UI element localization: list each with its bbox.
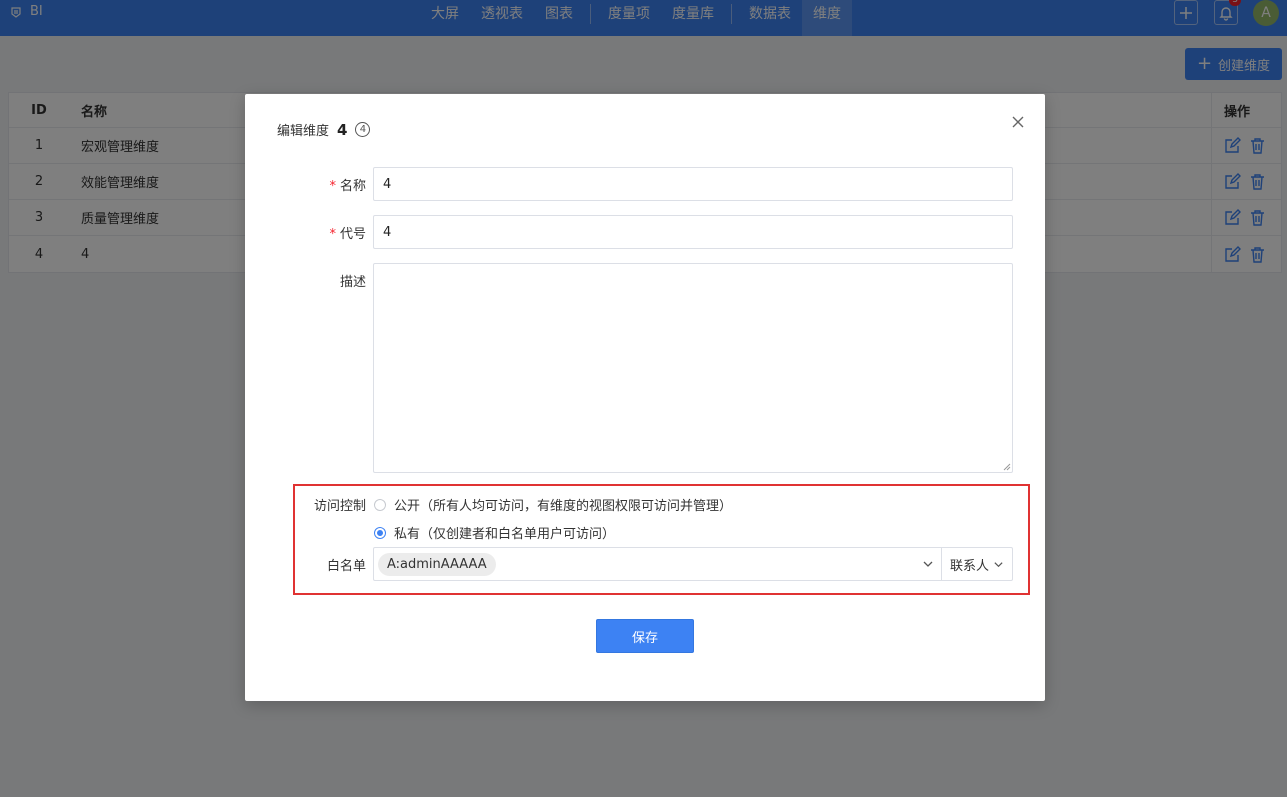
whitelist-select[interactable]: A:adminAAAAA 联系人 (373, 547, 1013, 581)
dialog-title-value: 4 (337, 120, 348, 139)
radio-checked-icon (374, 526, 386, 539)
description-textarea[interactable] (373, 263, 1013, 473)
close-icon[interactable] (1011, 115, 1025, 129)
description-field-label: 描述 (339, 275, 366, 290)
code-field-label: * 代号 (329, 227, 366, 242)
private-radio[interactable]: 私有（仅创建者和白名单用户可访问） (374, 523, 615, 542)
access-control-label: 访问控制 (313, 499, 366, 514)
name-field-label: * 名称 (329, 179, 366, 194)
whitelist-tag[interactable]: A:adminAAAAA (378, 553, 496, 576)
private-radio-label: 私有（仅创建者和白名单用户可访问） (394, 527, 616, 542)
dialog-title: 编辑维度 4 4 (277, 120, 371, 139)
contact-type-label: 联系人 (949, 558, 989, 574)
radio-unchecked-icon (374, 498, 386, 511)
dialog-title-badge: 4 (355, 122, 371, 137)
whitelist-label: 白名单 (326, 559, 366, 574)
name-input[interactable]: 4 (373, 167, 1013, 201)
edit-dimension-dialog: 编辑维度 4 4 * 名称 4 * 代号 4 描述 访问控制 公开（所有人均可访问，… (245, 94, 1045, 701)
chevron-down-icon (994, 561, 1003, 567)
public-radio[interactable]: 公开（所有人均可访问，有维度的视图权限可访问并管理） (374, 495, 732, 514)
chevron-down-icon[interactable] (922, 558, 934, 570)
save-button[interactable]: 保存 (596, 619, 694, 653)
resize-handle-icon[interactable] (1003, 463, 1011, 471)
dialog-title-text: 编辑维度 (277, 124, 330, 139)
public-radio-label: 公开（所有人均可访问，有维度的视图权限可访问并管理） (394, 499, 733, 514)
contact-type-dropdown[interactable]: 联系人 (941, 548, 1012, 580)
code-input[interactable]: 4 (373, 215, 1013, 249)
